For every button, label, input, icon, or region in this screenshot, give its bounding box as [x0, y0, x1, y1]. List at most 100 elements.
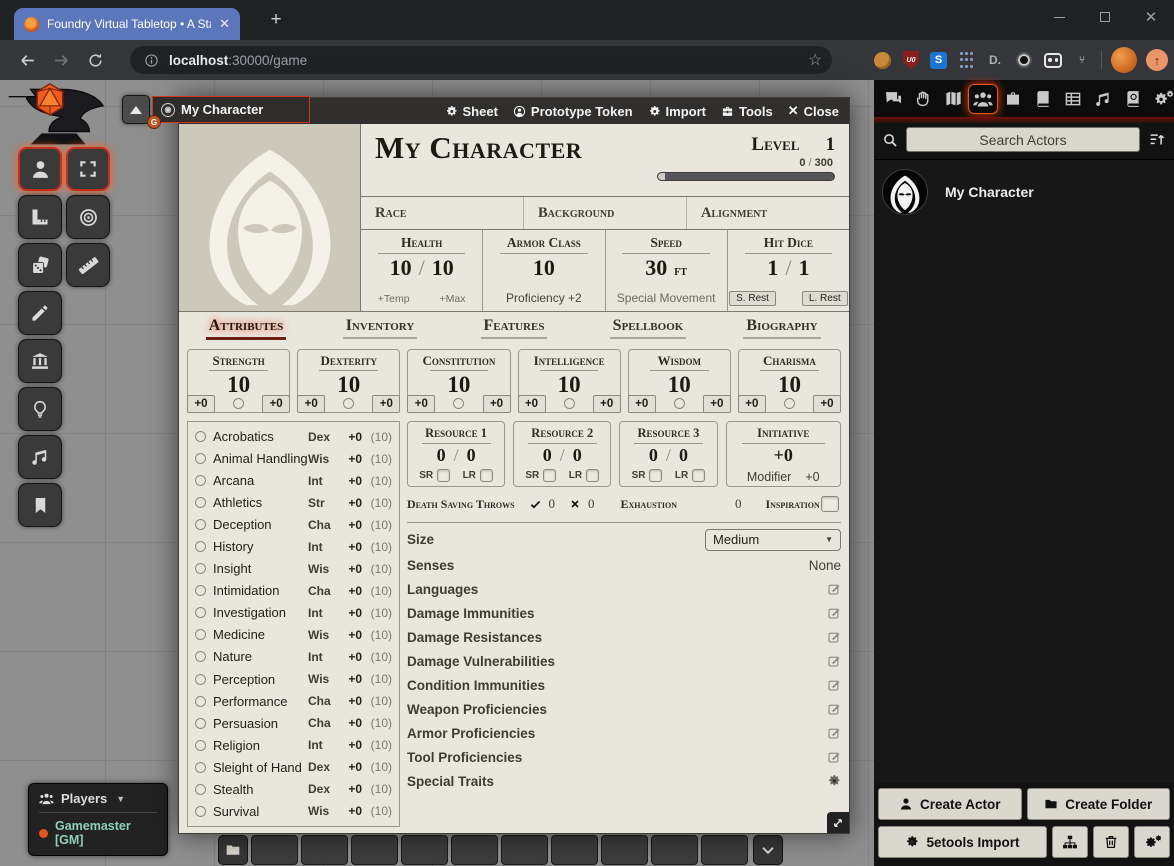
hd-current[interactable]: 1: [767, 255, 778, 281]
alignment-field[interactable]: Alignment: [687, 197, 849, 229]
create-folder-button[interactable]: Create Folder: [1027, 788, 1171, 820]
skill-row[interactable]: Survival Wis +0 (10): [195, 801, 392, 822]
sidebar-tab-combat[interactable]: [908, 80, 938, 117]
sidebar-tab-items[interactable]: [998, 80, 1028, 117]
skill-proficiency-radio[interactable]: [195, 475, 206, 486]
skill-proficiency-radio[interactable]: [195, 651, 206, 662]
proficiency-radio[interactable]: [564, 398, 575, 409]
token-tool-button[interactable]: [18, 147, 62, 191]
window-resize-handle[interactable]: [827, 812, 849, 833]
window-minimize-button[interactable]: [1036, 0, 1082, 34]
ability-score[interactable]: 10: [629, 372, 730, 397]
nav-collapse-button[interactable]: [122, 95, 150, 124]
resource-max[interactable]: 0: [467, 445, 476, 466]
skill-row[interactable]: Religion Int +0 (10): [195, 735, 392, 756]
macro-slot[interactable]: [701, 835, 748, 865]
initiative-value[interactable]: +0: [732, 445, 836, 466]
skill-proficiency-radio[interactable]: [195, 453, 206, 464]
skill-proficiency-radio[interactable]: [195, 629, 206, 640]
sidebar-tab-playlists[interactable]: [1088, 80, 1118, 117]
sheet-tab[interactable]: Features: [447, 317, 581, 339]
close-sheet-button[interactable]: ✕Close: [788, 103, 839, 119]
sidebar-tab-scenes[interactable]: [938, 80, 968, 117]
edit-icon[interactable]: [827, 750, 841, 764]
robot-extension-icon[interactable]: [1043, 50, 1063, 70]
macro-slot[interactable]: [601, 835, 648, 865]
skill-proficiency-radio[interactable]: [195, 674, 206, 685]
skill-proficiency-radio[interactable]: [195, 806, 206, 817]
delete-button[interactable]: [1093, 826, 1129, 858]
macro-slot[interactable]: [351, 835, 398, 865]
drawing-tools-button[interactable]: [18, 291, 62, 335]
skill-proficiency-radio[interactable]: [195, 607, 206, 618]
proficiency-radio[interactable]: [674, 398, 685, 409]
skill-row[interactable]: Perception Wis +0 (10): [195, 669, 392, 690]
sheet-tab[interactable]: Inventory: [313, 317, 447, 339]
prototype-token-button[interactable]: Prototype Token: [513, 104, 633, 119]
edit-icon[interactable]: [827, 726, 841, 740]
folder-tree-button[interactable]: [1052, 826, 1088, 858]
cookie-extension-icon[interactable]: [872, 50, 892, 70]
edit-icon[interactable]: [827, 702, 841, 716]
nav-scene-tab[interactable]: ◉ My Character G: [152, 96, 310, 123]
skill-row[interactable]: Deception Cha +0 (10): [195, 514, 392, 535]
ability-check-mod[interactable]: +0: [372, 395, 400, 413]
ability-block[interactable]: Dexterity 10 +0 +0: [297, 349, 400, 413]
sidebar-tab-journal[interactable]: [1028, 80, 1058, 117]
skill-row[interactable]: Arcana Int +0 (10): [195, 470, 392, 491]
death-failure-count[interactable]: 0: [588, 496, 595, 512]
sheet-config-button[interactable]: Sheet: [445, 104, 498, 119]
skill-proficiency-radio[interactable]: [195, 740, 206, 751]
long-rest-button[interactable]: L. Rest: [802, 291, 848, 306]
short-rest-button[interactable]: S. Rest: [729, 291, 776, 306]
sidebar-tab-settings[interactable]: [1148, 80, 1174, 117]
sr-checkbox[interactable]: [437, 469, 450, 482]
skill-proficiency-radio[interactable]: [195, 519, 206, 530]
proficiency-radio[interactable]: [343, 398, 354, 409]
sr-checkbox[interactable]: [649, 469, 662, 482]
5etools-import-button[interactable]: 5etools Import: [878, 826, 1047, 858]
edit-icon[interactable]: [827, 606, 841, 620]
ability-block[interactable]: Constitution 10 +0 +0: [407, 349, 510, 413]
browser-update-icon[interactable]: ↑: [1146, 49, 1168, 71]
skill-row[interactable]: Persuasion Cha +0 (10): [195, 713, 392, 734]
resource-max[interactable]: 0: [679, 445, 688, 466]
lens-extension-icon[interactable]: [1014, 50, 1034, 70]
skill-proficiency-radio[interactable]: [195, 762, 206, 773]
skill-row[interactable]: Sleight of Hand Dex +0 (10): [195, 757, 392, 778]
skill-proficiency-radio[interactable]: [195, 541, 206, 552]
ability-check-mod[interactable]: +0: [813, 395, 841, 413]
special-movement-link[interactable]: Special Movement: [617, 291, 716, 305]
lr-checkbox[interactable]: [480, 469, 493, 482]
resource-value[interactable]: 0: [649, 445, 658, 466]
lr-checkbox[interactable]: [586, 469, 599, 482]
measure-tool-button[interactable]: [18, 195, 62, 239]
proficiency-radio[interactable]: [784, 398, 795, 409]
grid-extension-icon[interactable]: [956, 50, 976, 70]
background-field[interactable]: Background: [524, 197, 687, 229]
ability-block[interactable]: Wisdom 10 +0 +0: [628, 349, 731, 413]
xp-value[interactable]: 0: [799, 157, 805, 169]
skill-row[interactable]: Acrobatics Dex +0 (10): [195, 426, 392, 447]
resource-value[interactable]: 0: [543, 445, 552, 466]
skill-row[interactable]: Intimidation Cha +0 (10): [195, 580, 392, 601]
skill-row[interactable]: History Int +0 (10): [195, 536, 392, 557]
macro-slot[interactable]: [301, 835, 348, 865]
tools-button[interactable]: Tools: [721, 104, 773, 119]
template-tool-button[interactable]: [66, 195, 110, 239]
sound-tools-button[interactable]: [18, 435, 62, 479]
window-maximize-button[interactable]: [1082, 0, 1128, 34]
ublock-extension-icon[interactable]: U0: [901, 50, 921, 70]
skill-row[interactable]: Nature Int +0 (10): [195, 646, 392, 667]
skill-proficiency-radio[interactable]: [195, 718, 206, 729]
macro-slot[interactable]: [451, 835, 498, 865]
url-bar[interactable]: localhost:30000/game: [130, 46, 832, 74]
level-value[interactable]: 1: [826, 134, 836, 156]
new-tab-button[interactable]: +: [262, 6, 290, 34]
inspiration-checkbox[interactable]: [821, 496, 839, 512]
sidebar-tab-chat[interactable]: [878, 80, 908, 117]
skill-row[interactable]: Performance Cha +0 (10): [195, 691, 392, 712]
macro-folder-button[interactable]: [218, 835, 248, 865]
ability-check-mod[interactable]: +0: [703, 395, 731, 413]
session-extension-icon[interactable]: S: [930, 52, 947, 69]
